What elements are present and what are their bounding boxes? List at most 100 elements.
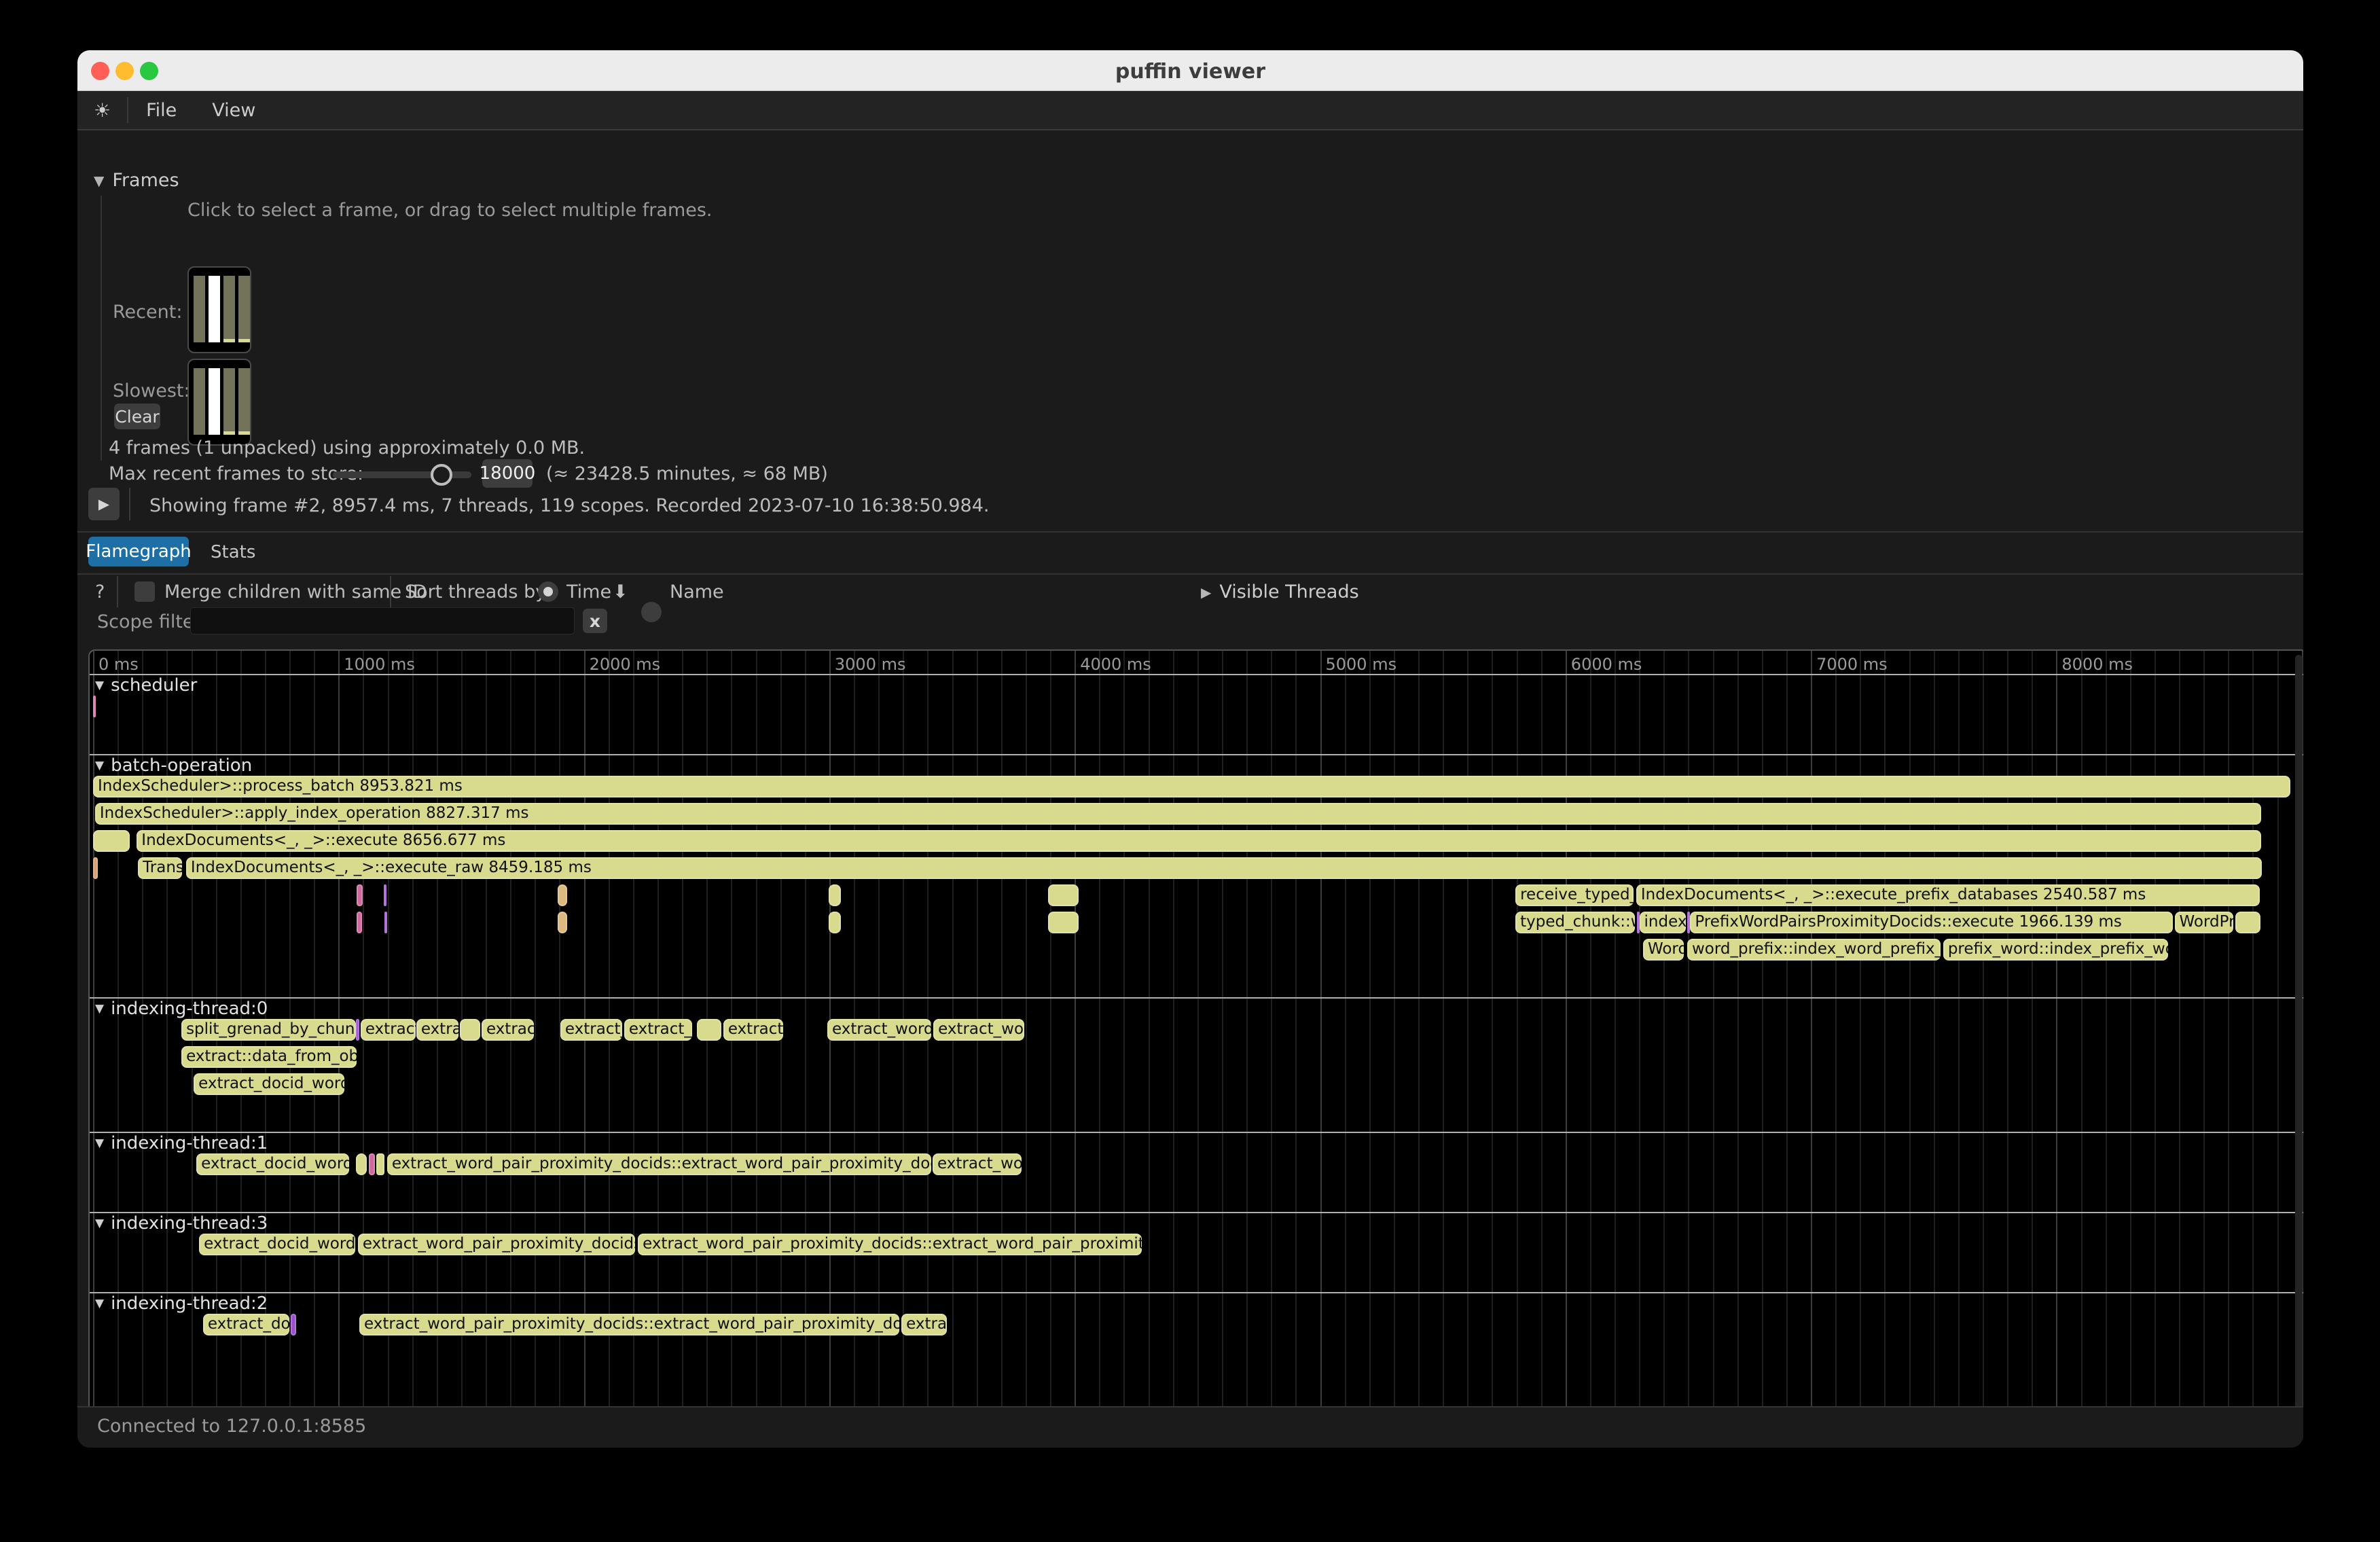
thread-header-indexing-thread:3[interactable]: ▼indexing-thread:3 [95,1213,268,1234]
scope-bar[interactable]: extract_doc [203,1314,289,1335]
frames-section-header[interactable]: ▼ Frames [94,170,179,191]
scope-bar[interactable] [1048,884,1079,906]
tab-stats[interactable]: Stats [211,542,255,562]
gridline [1786,651,1788,1448]
thread-header-batch-operation[interactable]: ▼batch-operation [95,755,252,776]
play-button[interactable]: ▶ [88,488,120,520]
sort-direction-arrow-icon[interactable]: ⬇ [613,581,628,603]
gridline [1173,651,1174,1448]
scope-bar[interactable]: IndexDocuments<_, _>::execute 8656.677 m… [137,830,2261,852]
frame-histogram-bar[interactable] [194,368,205,435]
scope-bar[interactable]: IndexDocuments<_, _>::execute_raw 8459.1… [186,857,2262,879]
scope-bar[interactable] [829,912,841,933]
thread-header-indexing-thread:1[interactable]: ▼indexing-thread:1 [95,1133,268,1153]
slowest-frames-thumbnail[interactable] [187,359,251,446]
scope-bar[interactable]: typed_chunk::w [1515,912,1635,933]
scope-bar[interactable] [93,830,130,852]
menu-file[interactable]: File [128,100,194,121]
menu-view[interactable]: View [194,100,273,121]
scope-bar[interactable]: Trans [138,857,182,879]
scope-bar[interactable]: extract_word_pair_proximity_docids [358,1234,635,1255]
collapse-triangle-icon: ▼ [95,679,104,692]
scope-bar[interactable]: receive_typed_ [1515,884,1634,906]
canvas-scrollbar[interactable] [2295,655,2303,1448]
scope-bar[interactable] [460,1019,480,1041]
scope-bar[interactable]: extract_docid_word [196,1153,349,1175]
scope-bar[interactable] [376,1153,384,1175]
thread-header-indexing-thread:2[interactable]: ▼indexing-thread:2 [95,1293,268,1314]
scope-bar[interactable]: extract_word [827,1019,931,1041]
scope-bar[interactable] [1048,912,1079,933]
max-frames-value[interactable]: 18000 [482,459,533,488]
scope-bar[interactable]: extract [723,1019,783,1041]
scope-bar[interactable] [93,857,98,879]
axis-tick-label: 0 ms [98,655,139,674]
scope-bar[interactable]: prefix_word::index_prefix_wo [1943,939,2168,961]
scope-bar[interactable] [384,912,387,933]
scope-bar[interactable]: index [1640,912,1687,933]
clear-filter-button[interactable]: x [583,609,607,633]
scope-bar[interactable]: extract_word_pair_proximity_docids::extr… [638,1234,1142,1255]
frame-histogram-bar[interactable] [238,276,250,342]
scope-bar[interactable]: extract_wo [933,1153,1022,1175]
scope-bar[interactable]: PrefixWordPairsProximityDocids::execute … [1690,912,2172,933]
frame-histogram-bar[interactable] [223,368,235,435]
tab-flamegraph[interactable]: Flamegraph [88,537,189,567]
thread-header-scheduler[interactable]: ▼scheduler [95,675,197,696]
scope-bar[interactable] [291,1314,296,1335]
scope-bar[interactable] [384,884,386,906]
scope-bar[interactable]: extract_word_pair_proximity_docids::extr… [359,1314,899,1335]
scope-bar[interactable]: extract_docid_word [199,1234,355,1255]
gridline [2203,651,2205,1448]
scope-bar[interactable] [697,1019,721,1041]
scope-bar[interactable]: extract_word_pair_proximity_docids::extr… [387,1153,931,1175]
scope-bar[interactable] [357,912,362,933]
scope-bar[interactable] [558,912,567,933]
scope-bar[interactable] [93,696,96,717]
clear-button[interactable]: Clear [114,404,160,429]
frame-histogram-bar[interactable] [209,368,220,435]
scope-bar[interactable]: IndexScheduler>::apply_index_operation 8… [95,803,2261,825]
scope-bar[interactable]: extract_ [624,1019,692,1041]
flamegraph-canvas[interactable]: 0 ms0 ms1000 ms1000 ms2000 ms2000 ms3000… [88,649,2303,1448]
scope-bar[interactable] [1637,912,1640,933]
scope-bar[interactable] [369,1153,375,1175]
scope-bar[interactable]: extract::data_from_ob [181,1046,357,1068]
scope-bar[interactable]: extract_ [560,1019,622,1041]
scope-bar[interactable] [357,884,363,906]
scope-filter-input[interactable] [190,607,575,634]
thread-header-indexing-thread:0[interactable]: ▼indexing-thread:0 [95,999,268,1019]
frame-histogram-bar[interactable] [238,368,250,435]
scope-bar[interactable]: extra [416,1019,458,1041]
merge-checkbox[interactable] [134,581,155,602]
frame-histogram-bar[interactable] [194,276,205,342]
scope-bar[interactable]: split_grenad_by_chunk [181,1019,356,1041]
scope-bar[interactable]: WordPr [2175,912,2233,933]
scope-bar[interactable]: extract_wo [933,1019,1024,1041]
scope-bar[interactable] [2235,912,2260,933]
gridline [1099,651,1100,1448]
visible-threads-header[interactable]: ▶ Visible Threads [1201,581,1359,603]
scope-bar[interactable]: extract_docid_word [194,1073,344,1095]
gridline [1197,651,1199,1448]
frame-histogram-bar[interactable] [209,276,220,342]
scope-bar[interactable]: extrac [482,1019,534,1041]
help-button[interactable]: ? [95,581,105,603]
scope-bar[interactable]: IndexDocuments<_, _>::execute_prefix_dat… [1636,884,2260,906]
scope-bar[interactable]: extrac [901,1314,947,1335]
theme-toggle-sun-icon[interactable]: ☀ [77,99,127,122]
scope-bar[interactable] [356,1153,367,1175]
scope-bar[interactable] [829,884,841,906]
scope-bar[interactable]: IndexScheduler>::process_batch 8953.821 … [93,776,2290,797]
sort-radio-name[interactable] [641,602,662,622]
sort-radio-time[interactable] [538,581,558,602]
max-frames-slider-knob[interactable] [431,464,452,486]
frame-histogram-bar[interactable] [223,276,235,342]
recent-frames-thumbnail[interactable] [187,266,251,353]
scope-bar[interactable]: word_prefix::index_word_prefix_ [1687,939,1941,961]
scope-bar[interactable]: extract [361,1019,416,1041]
gridline [1639,651,1640,1448]
scope-bar[interactable] [558,884,567,906]
scope-bar[interactable]: Word [1643,939,1684,961]
scope-bar[interactable] [356,1019,359,1041]
